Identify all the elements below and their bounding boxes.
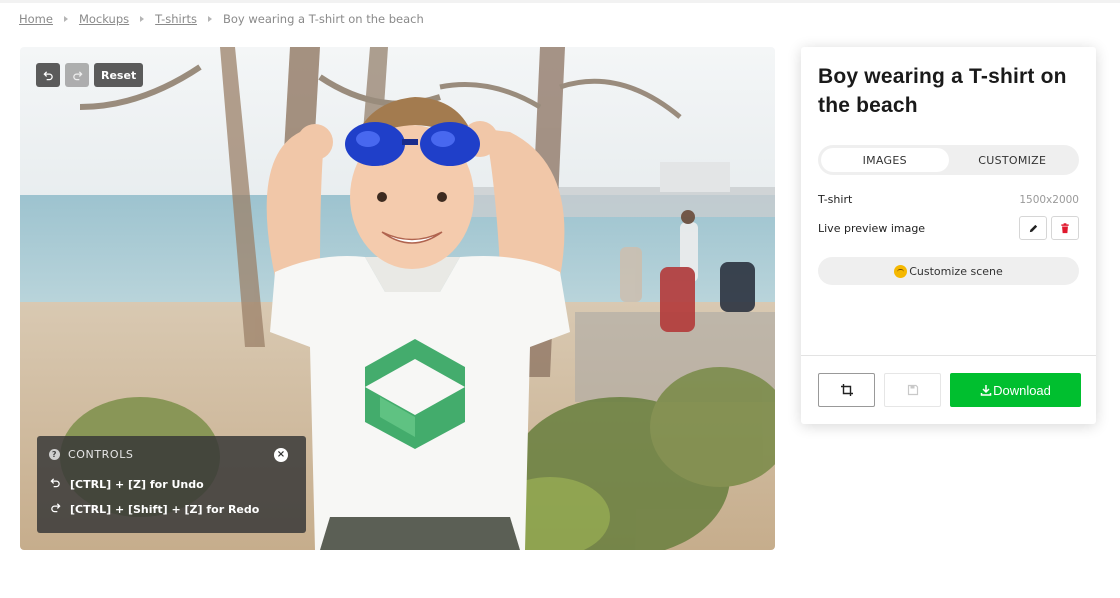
top-divider [0, 0, 1120, 3]
save-button[interactable] [884, 373, 941, 407]
tshirt-row: T-shirt 1500x2000 [818, 193, 1079, 206]
breadcrumb-separator-icon [207, 16, 212, 22]
panel-tabs: IMAGES CUSTOMIZE [818, 145, 1079, 175]
controls-heading: ? CONTROLS [49, 448, 134, 461]
page-title: Boy wearing a T-shirt on the beach [818, 65, 1067, 117]
redo-icon [72, 70, 83, 80]
live-preview-row: Live preview image [818, 215, 1079, 241]
edit-preview-button[interactable] [1019, 216, 1047, 240]
download-icon [980, 385, 992, 396]
live-preview-label: Live preview image [818, 221, 926, 235]
breadcrumb-home[interactable]: Home [19, 12, 53, 26]
customize-scene-button[interactable]: Customize scene [818, 257, 1079, 285]
delete-preview-button[interactable] [1051, 216, 1079, 240]
undo-icon [50, 477, 64, 491]
controls-hint-box: ? CONTROLS × [CTRL] + [Z] for Undo [CTRL… [37, 436, 306, 533]
redo-hint-row: [CTRL] + [Shift] + [Z] for Redo [50, 502, 259, 516]
crop-icon [840, 384, 853, 396]
breadcrumb-separator-icon [140, 16, 145, 22]
breadcrumb-separator-icon [63, 16, 68, 22]
trash-icon [1061, 222, 1069, 233]
undo-hint-row: [CTRL] + [Z] for Undo [50, 477, 204, 491]
panel-actions: Download [818, 373, 1081, 407]
customize-scene-icon [894, 264, 908, 278]
crop-button[interactable] [818, 373, 875, 407]
download-button[interactable]: Download [950, 373, 1081, 407]
redo-hint-text: [CTRL] + [Shift] + [Z] for Redo [70, 502, 260, 516]
pencil-icon [1029, 224, 1037, 232]
download-label: Download [993, 382, 1051, 398]
controls-heading-label: CONTROLS [68, 448, 134, 461]
redo-icon [50, 502, 64, 516]
tab-images[interactable]: IMAGES [821, 148, 949, 172]
tab-customize[interactable]: CUSTOMIZE [949, 148, 1077, 172]
panel-divider [801, 355, 1096, 356]
mockup-canvas[interactable]: Reset ? CONTROLS × [CTRL] + [Z] for Undo… [20, 47, 775, 550]
tshirt-label: T-shirt [818, 193, 853, 206]
tshirt-size: 1500x2000 [1019, 193, 1079, 206]
live-preview-actions [1019, 216, 1079, 240]
save-icon [907, 384, 918, 396]
undo-button[interactable] [36, 63, 60, 87]
breadcrumb-mockups[interactable]: Mockups [79, 12, 129, 26]
undo-hint-text: [CTRL] + [Z] for Undo [70, 477, 204, 491]
reset-button[interactable]: Reset [94, 63, 144, 87]
redo-button[interactable] [65, 63, 89, 87]
mockup-side-panel: Boy wearing a T-shirt on the beach IMAGE… [801, 47, 1096, 424]
info-icon: ? [49, 449, 60, 460]
breadcrumb-tshirts[interactable]: T-shirts [155, 12, 197, 26]
breadcrumb-current: Boy wearing a T-shirt on the beach [222, 12, 424, 26]
breadcrumb: Home Mockups T-shirts Boy wearing a T-sh… [19, 10, 424, 28]
edit-toolbar: Reset [36, 63, 144, 87]
undo-icon [42, 70, 53, 80]
close-icon[interactable]: × [274, 448, 288, 462]
customize-scene-label: Customize scene [909, 264, 1003, 278]
